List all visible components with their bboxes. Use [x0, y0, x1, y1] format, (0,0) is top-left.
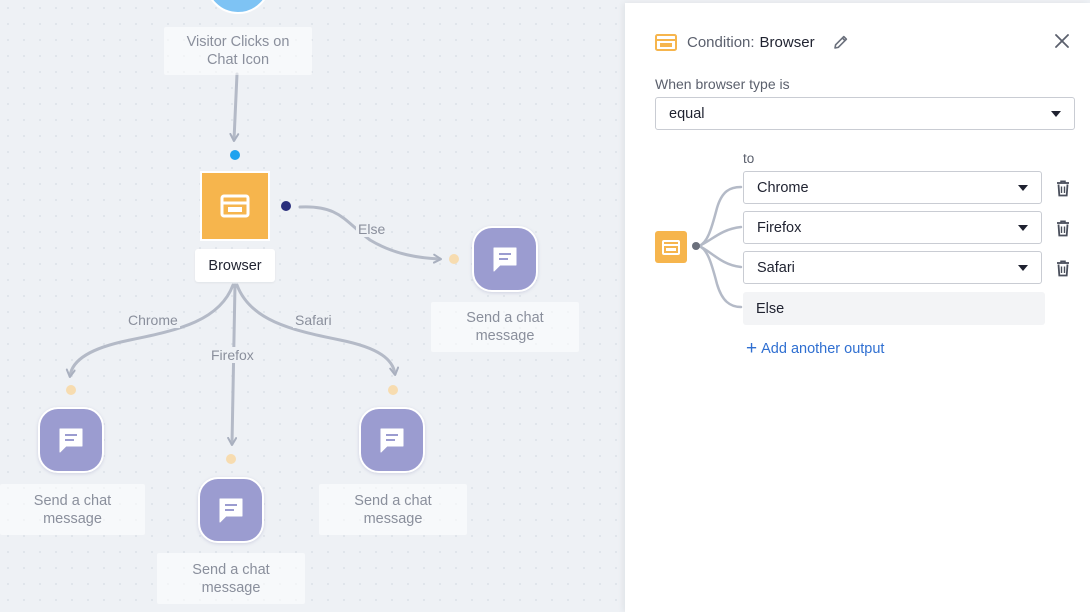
message-node-label: Send a chat message — [157, 553, 305, 604]
message-node-else[interactable] — [472, 226, 538, 292]
message-node-label: Send a chat message — [431, 302, 579, 352]
delete-output-button[interactable] — [1055, 259, 1071, 277]
chevron-down-icon — [1018, 265, 1028, 271]
output-select-firefox[interactable]: Firefox — [743, 211, 1042, 244]
start-node-label: Visitor Clicks on Chat Icon — [164, 27, 312, 75]
output-select-safari[interactable]: Safari — [743, 251, 1042, 284]
condition-else-port[interactable] — [281, 201, 291, 211]
message-input-port[interactable] — [226, 454, 236, 464]
chat-icon — [380, 428, 404, 453]
output-select-chrome[interactable]: Chrome — [743, 171, 1042, 204]
chevron-down-icon — [1018, 225, 1028, 231]
chevron-down-icon — [1018, 185, 1028, 191]
else-output: Else — [743, 292, 1045, 325]
condition-icon — [220, 194, 250, 218]
chat-icon — [493, 247, 517, 272]
output-select-value: Chrome — [757, 179, 809, 196]
flow-canvas[interactable]: Visitor Clicks on Chat Icon Browser Else… — [0, 0, 625, 612]
condition-node-label: Browser — [195, 249, 275, 282]
edge-start-to-condition — [229, 72, 240, 142]
message-node-label: Send a chat message — [0, 484, 145, 535]
delete-output-button[interactable] — [1055, 179, 1071, 197]
trash-icon — [1057, 259, 1069, 276]
trash-icon — [1057, 179, 1069, 196]
message-node-safari[interactable] — [359, 407, 425, 473]
message-input-port[interactable] — [388, 385, 398, 395]
message-input-port[interactable] — [449, 254, 459, 264]
message-node-label: Send a chat message — [319, 484, 467, 535]
chat-icon — [59, 428, 83, 453]
add-output-button[interactable]: + Add another output — [746, 338, 885, 359]
condition-input-port[interactable] — [230, 150, 240, 160]
condition-node-mini — [655, 231, 687, 263]
message-input-port[interactable] — [66, 385, 76, 395]
message-node-firefox[interactable] — [198, 477, 264, 543]
delete-output-button[interactable] — [1055, 219, 1071, 237]
edge-label-else: Else — [356, 221, 388, 237]
trash-icon — [1057, 219, 1069, 236]
condition-panel: Condition: Browser When browser type is … — [625, 3, 1090, 612]
edge-label-firefox: Firefox — [209, 347, 256, 363]
edge-safari — [235, 283, 400, 376]
to-label: to — [743, 151, 755, 166]
edge-firefox — [227, 283, 238, 446]
add-output-label: Add another output — [761, 341, 885, 357]
edge-label-safari: Safari — [293, 312, 334, 328]
output-select-value: Firefox — [757, 219, 802, 236]
edge-label-chrome: Chrome — [126, 312, 180, 328]
condition-node[interactable] — [200, 171, 270, 241]
output-select-value: Safari — [757, 259, 795, 276]
message-node-chrome[interactable] — [38, 407, 104, 473]
plus-icon: + — [746, 338, 758, 359]
chat-icon — [219, 498, 243, 523]
condition-icon — [662, 239, 680, 255]
